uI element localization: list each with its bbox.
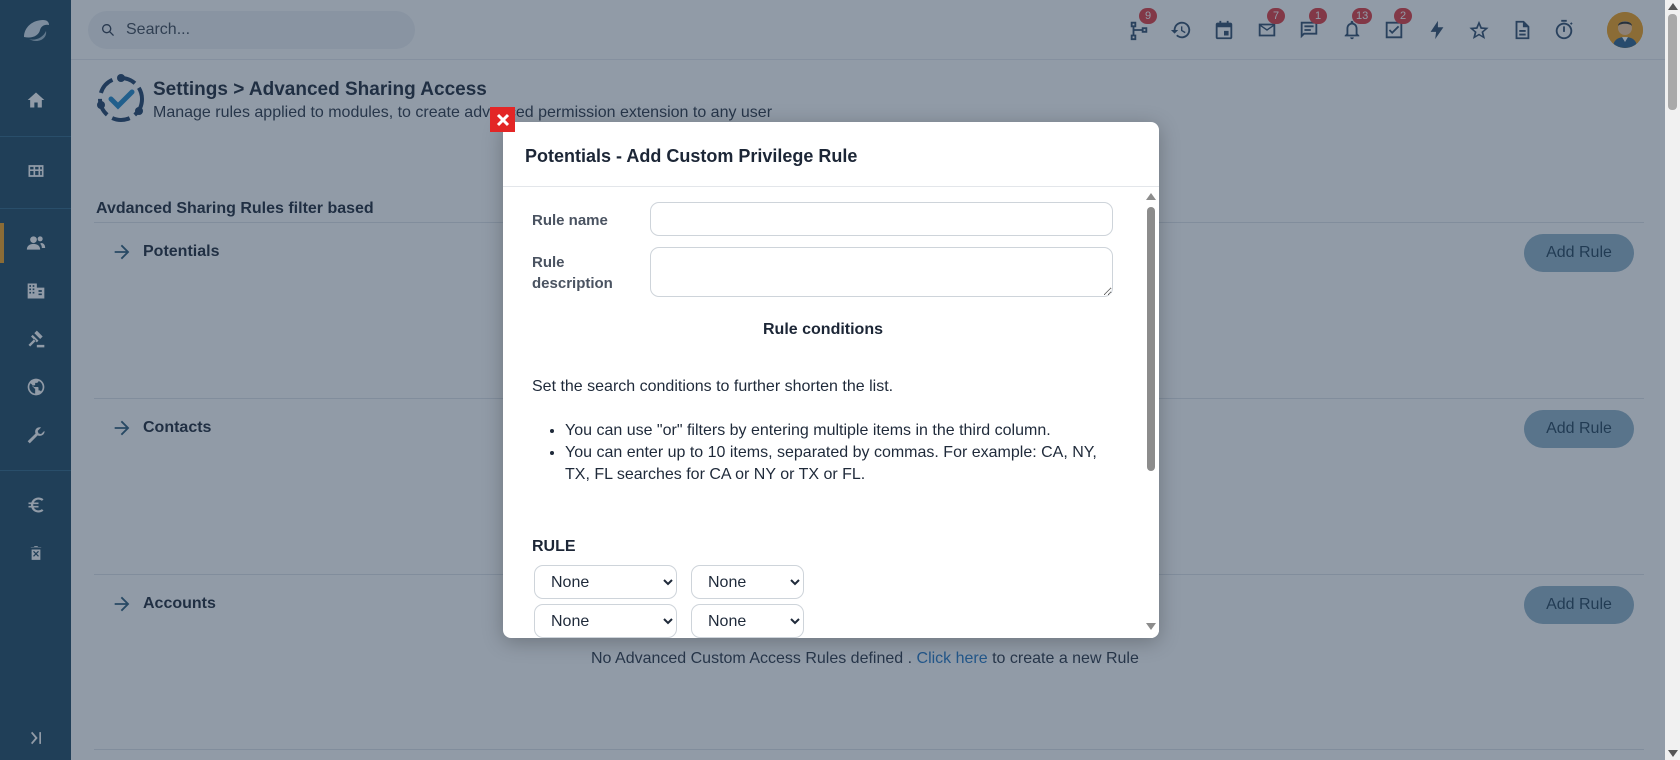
- rule-description-label: Rule description: [532, 252, 613, 294]
- rule-conditions-title: Rule conditions: [763, 321, 883, 338]
- rule-description-label-line2: description: [532, 275, 613, 292]
- rule-field-select-2[interactable]: None: [534, 604, 677, 638]
- rule-description-label-line1: Rule: [532, 254, 565, 271]
- page-scrollbar[interactable]: [1665, 0, 1680, 760]
- dialog-scrollbar-thumb[interactable]: [1147, 207, 1155, 471]
- dialog-body: Rule name Rule description Rule conditio…: [503, 187, 1143, 638]
- rule-operator-select-1[interactable]: None: [691, 565, 804, 599]
- close-dialog-button[interactable]: [490, 107, 515, 132]
- list-item: You can use "or" filters by entering mul…: [565, 420, 1120, 442]
- scroll-down-arrow[interactable]: [1668, 750, 1678, 757]
- rule-description-textarea[interactable]: [650, 247, 1113, 297]
- list-item: You can enter up to 10 items, separated …: [565, 442, 1120, 486]
- rule-tips-list: You can use "or" filters by entering mul…: [565, 420, 1120, 486]
- dialog-title: Potentials - Add Custom Privilege Rule: [525, 146, 858, 166]
- rule-heading: RULE: [532, 538, 576, 555]
- scrollbar-thumb[interactable]: [1668, 14, 1677, 110]
- rule-name-label: Rule name: [532, 212, 608, 229]
- rule-name-input[interactable]: [650, 202, 1113, 236]
- rule-conditions-intro: Set the search conditions to further sho…: [532, 378, 894, 395]
- dialog-scrollbar[interactable]: [1143, 187, 1159, 638]
- rule-operator-select-2[interactable]: None: [691, 604, 804, 638]
- close-icon: [496, 113, 509, 126]
- dialog-scroll-down-arrow[interactable]: [1146, 623, 1156, 630]
- rule-field-select-1[interactable]: None: [534, 565, 677, 599]
- add-rule-dialog: Potentials - Add Custom Privilege Rule R…: [503, 122, 1159, 638]
- dialog-scroll-up-arrow[interactable]: [1146, 193, 1156, 200]
- scroll-up-arrow[interactable]: [1668, 3, 1678, 10]
